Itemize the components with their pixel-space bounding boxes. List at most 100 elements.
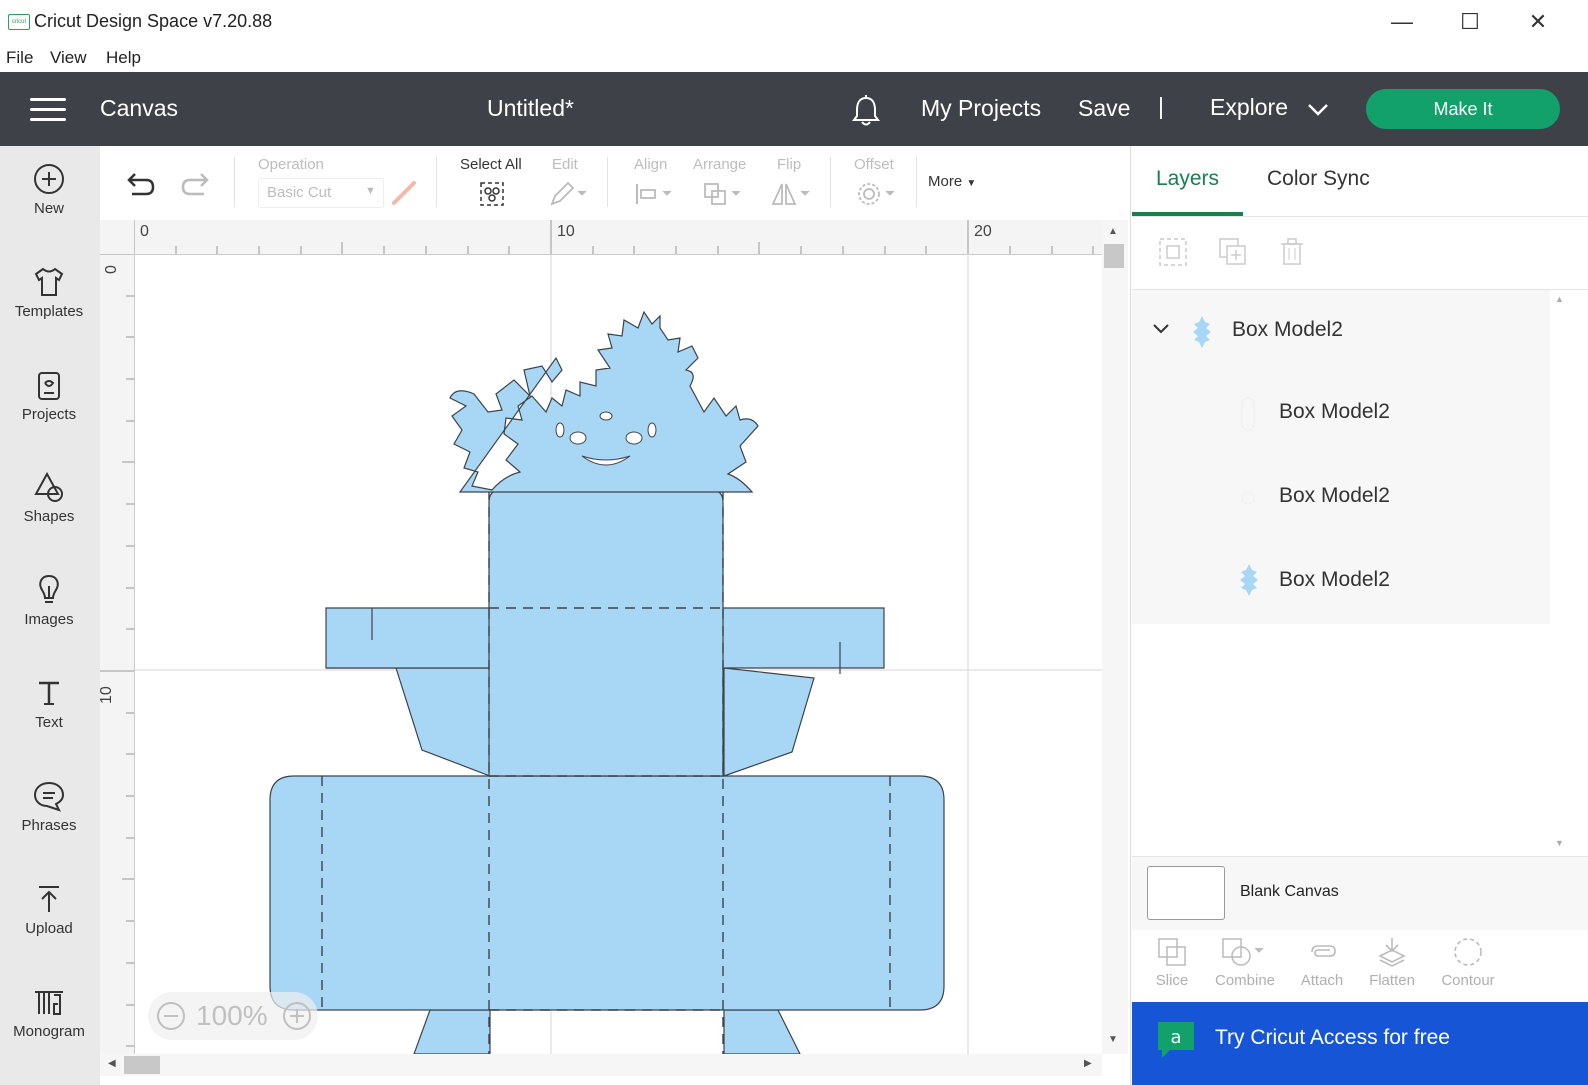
sidebar-item-label: Shapes bbox=[23, 508, 75, 525]
offset-icon[interactable] bbox=[855, 180, 897, 208]
sidebar-item-new[interactable]: New bbox=[0, 162, 98, 217]
notification-bell-icon[interactable] bbox=[850, 94, 882, 128]
ruler-vertical: 0 10 bbox=[98, 253, 135, 1054]
slice-icon bbox=[1158, 938, 1186, 966]
text-icon bbox=[39, 681, 59, 705]
sidebar-item-phrases[interactable]: Phrases bbox=[0, 779, 98, 834]
sidebar-item-text[interactable]: Text bbox=[0, 676, 98, 731]
explore-dropdown[interactable]: Explore bbox=[1210, 94, 1288, 121]
edit-pencil-icon[interactable] bbox=[548, 180, 588, 208]
maximize-button[interactable]: ☐ bbox=[1440, 6, 1500, 38]
menu-file[interactable]: File bbox=[6, 48, 33, 68]
arrange-label: Arrange bbox=[693, 156, 747, 173]
ruler-number: 10 bbox=[98, 686, 115, 704]
sidebar-item-label: Templates bbox=[14, 303, 84, 320]
sidebar-item-label: Text bbox=[35, 714, 63, 731]
make-it-button[interactable]: Make It bbox=[1366, 89, 1560, 129]
layer-group-name: Box Model2 bbox=[1232, 318, 1343, 341]
duplicate-icon[interactable] bbox=[1218, 237, 1248, 267]
menu-view[interactable]: View bbox=[50, 48, 87, 68]
layer-row[interactable]: Box Model2 bbox=[1132, 540, 1550, 624]
layer-row[interactable]: Box Model2 bbox=[1132, 456, 1550, 540]
upload-icon bbox=[39, 886, 59, 912]
scroll-up-icon[interactable]: ▲ bbox=[1108, 226, 1118, 237]
vertical-scroll-thumb[interactable] bbox=[1104, 244, 1124, 268]
vertical-scrollbar[interactable]: ▲ ▼ bbox=[1102, 220, 1128, 1054]
document-title[interactable]: Untitled* bbox=[487, 95, 574, 122]
sidebar-item-templates[interactable]: Templates bbox=[0, 265, 98, 320]
sidebar-item-images[interactable]: Images bbox=[0, 573, 98, 628]
layer-row[interactable]: Box Model2 bbox=[1132, 372, 1550, 456]
cricut-logo-icon: cricut bbox=[8, 14, 30, 30]
zoom-level: 100% bbox=[196, 1000, 268, 1031]
redo-icon[interactable] bbox=[180, 170, 212, 200]
align-icon[interactable] bbox=[633, 180, 673, 208]
chevron-down-icon[interactable] bbox=[1152, 322, 1170, 336]
layer-name: Box Model2 bbox=[1279, 568, 1390, 591]
sidebar-item-monogram[interactable]: Monogram bbox=[0, 985, 98, 1040]
zoom-out-icon[interactable] bbox=[156, 1001, 186, 1031]
layer-group-row[interactable]: Box Model2 bbox=[1132, 290, 1550, 372]
toolbar-divider bbox=[234, 157, 235, 207]
close-window-button[interactable]: ✕ bbox=[1508, 6, 1568, 38]
blank-canvas-label: Blank Canvas bbox=[1240, 883, 1339, 900]
sidebar-item-upload[interactable]: Upload bbox=[0, 882, 98, 937]
layers-scrollbar[interactable]: ▲ ▼ bbox=[1550, 290, 1568, 856]
toolbar-divider bbox=[830, 157, 831, 207]
more-menu[interactable]: More ▼ bbox=[928, 173, 976, 190]
flatten-icon bbox=[1378, 938, 1406, 967]
attach-button[interactable]: Attach bbox=[1282, 936, 1362, 998]
select-all-icon[interactable] bbox=[478, 180, 506, 208]
sidebar-item-label: New bbox=[33, 200, 64, 217]
delete-trash-icon[interactable] bbox=[1277, 237, 1307, 267]
sidebar-item-shapes[interactable]: Shapes bbox=[0, 470, 98, 525]
flatten-button[interactable]: Flatten bbox=[1352, 936, 1432, 998]
speech-bubble-icon bbox=[33, 781, 65, 812]
scroll-down-icon[interactable]: ▼ bbox=[1108, 1034, 1118, 1045]
horizontal-scroll-thumb[interactable] bbox=[124, 1056, 160, 1074]
menu-help[interactable]: Help bbox=[106, 48, 141, 68]
projects-icon bbox=[38, 372, 60, 400]
operation-select[interactable]: Basic Cut ▼ bbox=[258, 178, 384, 208]
my-projects-link[interactable]: My Projects bbox=[921, 95, 1041, 122]
minimize-button[interactable]: — bbox=[1372, 6, 1432, 38]
svg-text:a: a bbox=[1170, 1027, 1181, 1048]
hamburger-menu-icon[interactable] bbox=[30, 98, 66, 122]
caret-down-icon: ▼ bbox=[966, 178, 977, 189]
arrange-icon[interactable] bbox=[702, 180, 742, 208]
scroll-left-icon[interactable]: ◀ bbox=[108, 1058, 116, 1069]
attach-label: Attach bbox=[1300, 972, 1344, 989]
flatten-label: Flatten bbox=[1369, 972, 1415, 989]
window-title: Cricut Design Space v7.20.88 bbox=[34, 11, 273, 31]
contour-button[interactable]: Contour bbox=[1428, 936, 1508, 998]
zoom-in-icon[interactable] bbox=[282, 1001, 312, 1031]
combine-button[interactable]: Combine bbox=[1205, 936, 1285, 998]
layer-name: Box Model2 bbox=[1279, 484, 1390, 507]
chevron-down-icon[interactable] bbox=[1306, 100, 1330, 120]
toolbar-divider bbox=[436, 157, 437, 207]
sidebar-item-label: Images bbox=[24, 611, 74, 628]
tab-color-sync[interactable]: Color Sync bbox=[1267, 167, 1370, 191]
group-icon[interactable] bbox=[1158, 237, 1188, 267]
flip-icon[interactable] bbox=[770, 180, 812, 208]
scroll-right-icon[interactable]: ▶ bbox=[1084, 1058, 1092, 1069]
linetype-color-swatch-icon[interactable] bbox=[390, 179, 418, 207]
undo-icon[interactable] bbox=[124, 170, 156, 200]
toolbar-divider bbox=[607, 157, 608, 207]
sidebar-item-projects[interactable]: Projects bbox=[0, 368, 98, 423]
section-title: Canvas bbox=[100, 95, 178, 121]
scroll-down-icon[interactable]: ▼ bbox=[1555, 838, 1564, 848]
slice-button[interactable]: Slice bbox=[1132, 936, 1212, 998]
more-label: More bbox=[928, 173, 963, 190]
tab-layers[interactable]: Layers bbox=[1156, 167, 1219, 191]
flip-label: Flip bbox=[777, 156, 802, 173]
layers-list: Box Model2 Box Model2 Box Model2 Box Mod… bbox=[1132, 290, 1550, 624]
layer-name: Box Model2 bbox=[1279, 400, 1390, 423]
horizontal-scrollbar[interactable]: ◀ ▶ bbox=[100, 1054, 1102, 1076]
sidebar-item-label: Monogram bbox=[13, 1023, 85, 1040]
shapes-icon bbox=[34, 471, 63, 502]
blank-canvas-swatch[interactable] bbox=[1147, 866, 1225, 920]
canvas-artwork[interactable] bbox=[100, 220, 1130, 1085]
save-button[interactable]: Save bbox=[1078, 95, 1130, 122]
scroll-up-icon[interactable]: ▲ bbox=[1555, 294, 1564, 304]
